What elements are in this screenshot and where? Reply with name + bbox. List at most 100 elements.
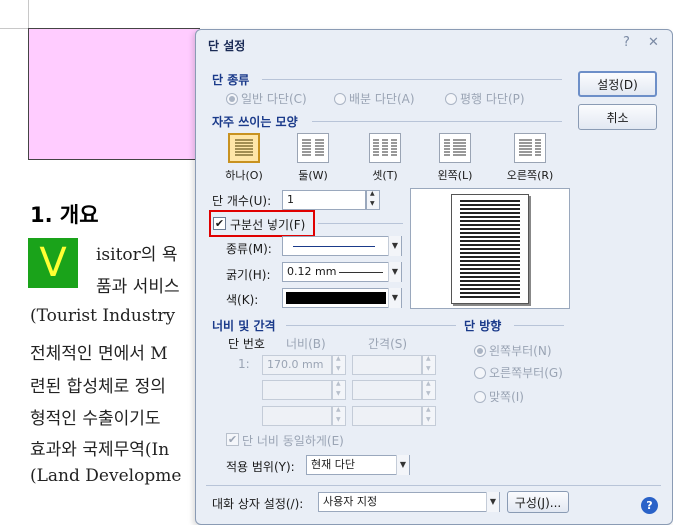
radio-label: 오른쪽부터(G) xyxy=(489,366,563,380)
column-gap-input[interactable] xyxy=(352,355,422,375)
radio-left-to-right[interactable]: 왼쪽부터(N) xyxy=(474,342,552,359)
close-icon[interactable]: ✕ xyxy=(648,35,659,50)
document-line: 품과 서비스 xyxy=(96,277,180,297)
radio-label: 배분 다단(A) xyxy=(349,92,415,106)
apply-range-select[interactable]: 현재 다단 ▼ xyxy=(306,455,410,475)
preview-text-lines xyxy=(460,200,520,298)
column-gap-stepper[interactable] xyxy=(422,406,436,426)
preset-caption: 셋(T) xyxy=(372,169,398,182)
one-column-icon xyxy=(228,133,260,163)
column-gap-stepper[interactable] xyxy=(422,380,436,400)
column-width-input[interactable]: 170.0 mm xyxy=(262,355,332,375)
color-select[interactable]: ▼ xyxy=(282,288,402,308)
column-type-label: 단 종류 xyxy=(212,73,250,87)
column-gap-input[interactable] xyxy=(352,380,422,400)
column-count-label: 단 개수(U): xyxy=(212,194,272,208)
chevron-down-icon[interactable]: ▼ xyxy=(388,262,401,282)
apply-range-label: 적용 범위(Y): xyxy=(226,460,295,474)
color-label: 색(K): xyxy=(226,293,259,307)
help-icon[interactable]: ? xyxy=(641,497,658,514)
radio-label: 왼쪽부터(N) xyxy=(489,344,552,358)
radio-right-to-left[interactable]: 오른쪽부터(G) xyxy=(474,364,563,381)
preset-left[interactable]: 왼쪽(L) xyxy=(431,133,479,183)
preset-three[interactable]: 셋(T) xyxy=(361,133,409,183)
column-width-stepper[interactable] xyxy=(332,380,346,400)
document-line: 전체적인 면에서 M xyxy=(30,344,168,364)
chevron-down-icon[interactable]: ▼ xyxy=(388,288,401,308)
thickness-label: 굵기(H): xyxy=(226,268,271,282)
ok-button[interactable]: 설정(D) xyxy=(578,71,657,97)
radio-button[interactable] xyxy=(474,344,486,357)
direction-label: 단 방향 xyxy=(464,319,502,333)
radio-distributed-columns[interactable]: 배분 다단(A) xyxy=(334,90,415,107)
dialog-setting-value: 사용자 지정 xyxy=(323,495,378,508)
divider xyxy=(286,325,456,326)
column-count-stepper[interactable] xyxy=(366,190,380,210)
thickness-value: 0.12 mm xyxy=(287,265,337,278)
config-button[interactable]: 구성(J)... xyxy=(507,491,569,513)
column-width-input[interactable] xyxy=(262,380,332,400)
line-type-label: 종류(M): xyxy=(226,242,272,256)
dialog-title: 단 설정 xyxy=(208,39,246,53)
equal-width-label: 단 너비 동일하게(E) xyxy=(242,434,344,448)
dialog-titlebar[interactable]: 단 설정 ? ✕ xyxy=(196,30,672,60)
thickness-select[interactable]: 0.12 mm ▼ xyxy=(282,262,402,282)
preview-page xyxy=(451,194,529,304)
column-count-input[interactable]: 1 xyxy=(282,190,366,210)
radio-button[interactable] xyxy=(474,366,486,379)
preset-one[interactable]: 하나(O) xyxy=(220,133,268,183)
document-line: isitor의 욕 xyxy=(96,245,178,265)
width-header: 너비(B) xyxy=(286,337,326,351)
document-line: 효과와 국제무역(In xyxy=(30,440,170,460)
column-width-stepper[interactable] xyxy=(332,355,346,375)
chevron-down-icon[interactable]: ▼ xyxy=(486,492,499,512)
column-gap-stepper[interactable] xyxy=(422,355,436,375)
chevron-down-icon[interactable]: ▼ xyxy=(388,236,401,256)
left-column-icon xyxy=(439,133,471,163)
divider xyxy=(312,121,562,122)
column-number-header: 단 번호 xyxy=(228,337,265,351)
radio-button[interactable] xyxy=(226,92,238,105)
help-icon[interactable]: ? xyxy=(623,35,630,50)
preset-caption: 왼쪽(L) xyxy=(437,169,473,182)
document-line: (Tourist Industry xyxy=(30,306,176,326)
radio-button[interactable] xyxy=(474,390,486,403)
width-spacing-label: 너비 및 간격 xyxy=(212,319,276,333)
divider xyxy=(514,325,564,326)
dialog-setting-select[interactable]: 사용자 지정 ▼ xyxy=(318,492,500,512)
document-line: 련된 합성체로 정의 xyxy=(30,377,166,397)
right-column-icon xyxy=(514,133,546,163)
equal-width-checkbox[interactable]: ✔ xyxy=(226,433,239,446)
preset-caption: 하나(O) xyxy=(225,169,263,182)
radio-label: 일반 다단(C) xyxy=(241,92,307,106)
document-heading: 1. 개요 xyxy=(30,203,99,227)
line-sample xyxy=(293,246,375,247)
radio-parallel-columns[interactable]: 평행 다단(P) xyxy=(445,90,525,107)
preset-right[interactable]: 오른쪽(R) xyxy=(506,133,554,183)
radio-button[interactable] xyxy=(334,92,346,105)
radio-button[interactable] xyxy=(445,92,457,105)
divider xyxy=(318,223,403,224)
column-gap-input[interactable] xyxy=(352,406,422,426)
radio-normal-columns[interactable]: 일반 다단(C) xyxy=(226,90,307,107)
preset-caption: 둘(W) xyxy=(298,169,328,182)
column-width-stepper[interactable] xyxy=(332,406,346,426)
divider xyxy=(262,79,562,80)
presets-label: 자주 쓰이는 모양 xyxy=(212,115,298,129)
preset-two[interactable]: 둘(W) xyxy=(289,133,337,183)
dropcap-letter: V xyxy=(28,238,78,288)
divider xyxy=(206,485,661,486)
row-index: 1: xyxy=(238,357,250,371)
document-line: (Land Developme xyxy=(30,466,182,486)
column-settings-dialog: 단 설정 ? ✕ 단 종류 일반 다단(C) 배분 다단(A) 평행 다단(P)… xyxy=(195,29,673,525)
cancel-button[interactable]: 취소 xyxy=(578,104,657,130)
pink-text-box[interactable] xyxy=(28,28,200,160)
margin-guide-horizontal xyxy=(0,28,28,29)
dialog-setting-label: 대화 상자 설정(/): xyxy=(212,497,304,511)
layout-preview xyxy=(410,188,570,309)
line-type-select[interactable]: ▼ xyxy=(282,236,402,256)
radio-facing[interactable]: 맞쪽(I) xyxy=(474,388,524,405)
radio-label: 평행 다단(P) xyxy=(460,92,525,106)
chevron-down-icon[interactable]: ▼ xyxy=(396,455,409,475)
column-width-input[interactable] xyxy=(262,406,332,426)
